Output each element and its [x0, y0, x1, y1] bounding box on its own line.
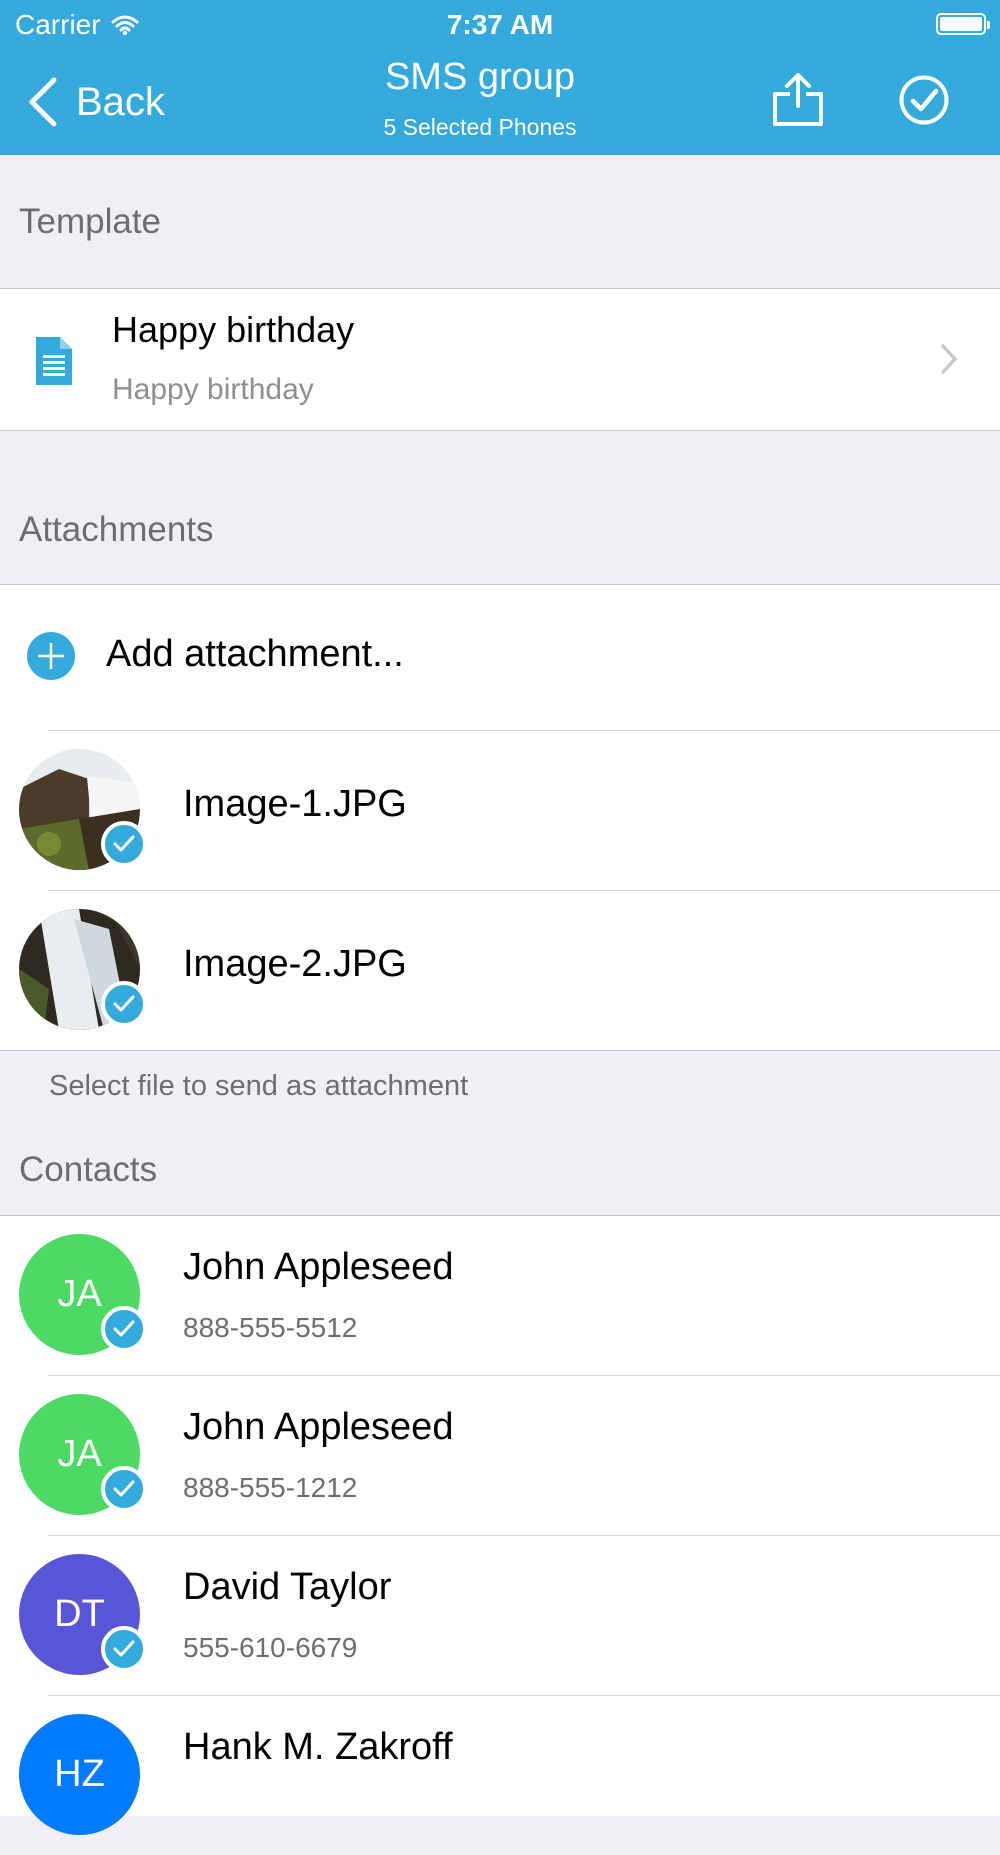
share-button[interactable] — [770, 72, 826, 133]
checkmark-icon — [113, 1640, 135, 1657]
selected-check-badge — [101, 821, 147, 867]
battery-icon — [936, 13, 990, 35]
contact-phone: 888-555-1212 — [183, 1472, 358, 1503]
avatar-initials: JA — [57, 1273, 102, 1315]
contacts-group: JA John Appleseed 888-555-5512 JA John A… — [0, 1215, 1000, 1835]
template-title: Happy birthday — [112, 309, 355, 350]
selected-check-badge — [101, 981, 147, 1027]
share-icon — [773, 73, 823, 126]
contact-name: Hank M. Zakroff — [183, 1726, 453, 1768]
selected-check-badge — [101, 1626, 147, 1672]
contacts-section-header: Contacts — [19, 1150, 158, 1189]
add-attachment-label: Add attachment... — [106, 633, 404, 675]
avatar-initials: DT — [54, 1593, 105, 1635]
checkmark-icon — [113, 995, 135, 1012]
chevron-right-icon — [941, 344, 957, 374]
selected-check-badge — [101, 1306, 147, 1352]
template-section-header: Template — [19, 202, 162, 241]
avatar-initials: HZ — [54, 1753, 105, 1795]
contact-name: David Taylor — [183, 1566, 392, 1608]
contact-row[interactable]: JA John Appleseed 888-555-1212 — [0, 1376, 1000, 1535]
contact-phone: 888-555-5512 — [183, 1312, 358, 1343]
contact-name: John Appleseed — [183, 1406, 454, 1448]
contact-row[interactable]: DT David Taylor 555-610-6679 — [0, 1536, 1000, 1695]
attachment-name: Image-1.JPG — [183, 783, 407, 825]
contact-name: John Appleseed — [183, 1246, 454, 1288]
checkmark-circle-icon — [899, 75, 949, 125]
done-button[interactable] — [898, 74, 950, 131]
template-group: Happy birthday Happy birthday — [0, 288, 1000, 431]
attachments-footer-note: Select file to send as attachment — [49, 1070, 469, 1102]
checkmark-icon — [113, 1480, 135, 1497]
add-attachment-row[interactable]: Add attachment... — [0, 585, 1000, 730]
selected-check-badge — [101, 1466, 147, 1512]
navigation-bar: Carrier 7:37 AM Back SMS group 5 Selecte… — [0, 0, 1000, 155]
contact-row[interactable]: JA John Appleseed 888-555-5512 — [0, 1216, 1000, 1375]
plus-circle-icon — [27, 632, 75, 680]
template-subtitle: Happy birthday — [112, 373, 314, 406]
checkmark-icon — [113, 835, 135, 852]
attachment-row[interactable]: Image-1.JPG — [0, 731, 1000, 890]
contact-row[interactable]: HZ Hank M. Zakroff — [0, 1696, 1000, 1855]
avatar-initials: JA — [57, 1433, 102, 1475]
checkmark-icon — [113, 1320, 135, 1337]
attachments-group: Add attachment... Image-1.JPG Image-2.JP… — [0, 584, 1000, 1051]
template-row[interactable]: Happy birthday Happy birthday — [0, 289, 1000, 430]
contact-phone: 555-610-6679 — [183, 1632, 358, 1663]
attachment-row[interactable]: Image-2.JPG — [0, 891, 1000, 1050]
avatar: HZ — [19, 1714, 140, 1835]
attachments-section-header: Attachments — [19, 510, 214, 549]
document-icon — [36, 337, 72, 385]
attachment-name: Image-2.JPG — [183, 943, 407, 985]
status-time: 7:37 AM — [446, 9, 554, 40]
